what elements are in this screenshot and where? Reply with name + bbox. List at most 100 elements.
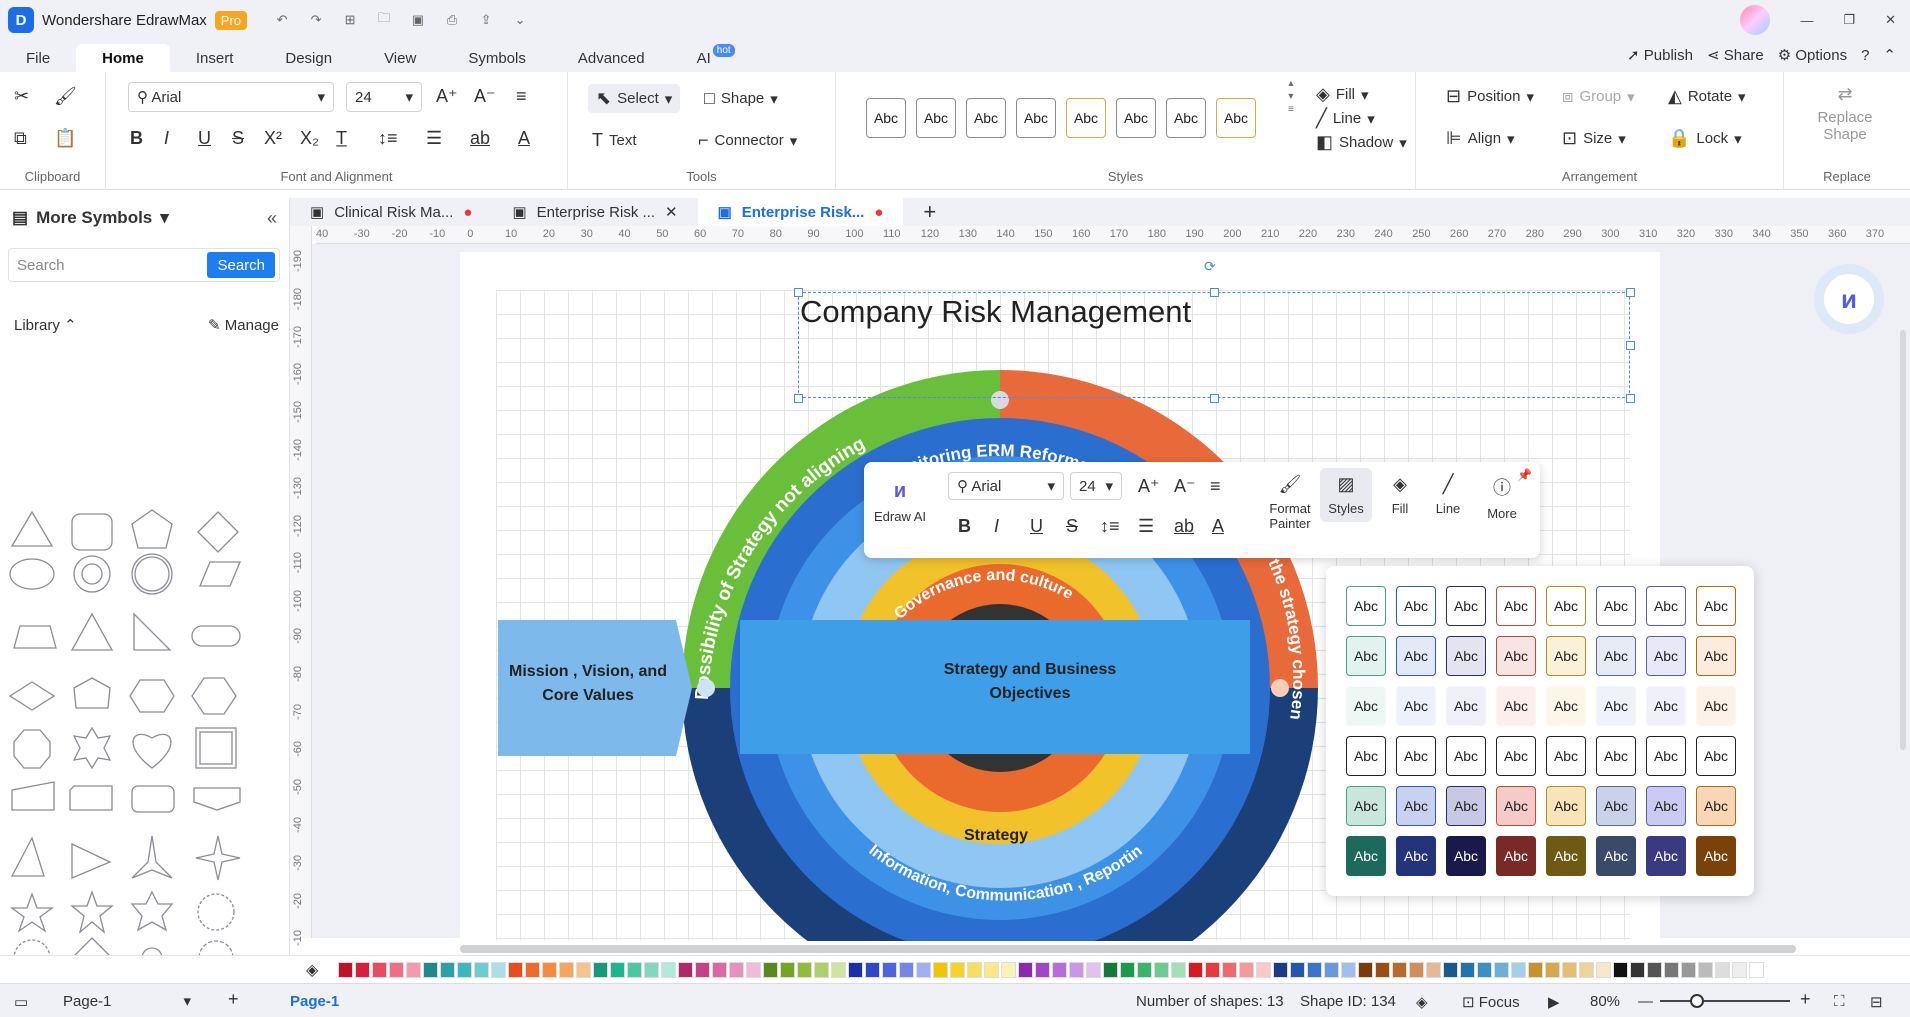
float-size-select[interactable]: 24 ▾ <box>1070 472 1122 500</box>
vertical-scrollbar[interactable] <box>1900 330 1906 750</box>
color-swatch[interactable] <box>1443 962 1458 978</box>
color-swatch[interactable] <box>1375 962 1390 978</box>
color-swatch[interactable] <box>1511 962 1526 978</box>
page-layout-icon[interactable]: ▭ <box>14 993 28 1011</box>
new-icon[interactable]: ⊞ <box>339 9 361 31</box>
fill-bucket-icon[interactable]: ◈ <box>306 960 318 980</box>
zoom-slider[interactable] <box>1660 994 1790 1008</box>
color-swatch[interactable] <box>1086 962 1101 978</box>
zoom-slider-thumb[interactable] <box>1690 994 1704 1008</box>
color-swatch[interactable] <box>457 962 472 978</box>
resize-handle[interactable] <box>1210 288 1219 297</box>
float-font-select[interactable]: ⚲ Arial ▾ <box>948 472 1064 500</box>
float-bold-icon[interactable]: B <box>958 516 971 537</box>
objectives-text[interactable]: Strategy and Business Objectives <box>920 658 1140 706</box>
layers-icon[interactable]: ◈ <box>1416 993 1428 1011</box>
float-spacing-icon[interactable]: ↕≡ <box>1100 516 1120 537</box>
text-format-icon[interactable]: T̲ <box>336 128 347 149</box>
style-option[interactable]: Abc <box>1696 836 1736 876</box>
publish-button[interactable]: ➚ Publish <box>1627 46 1693 64</box>
style-option[interactable]: Abc <box>1596 836 1636 876</box>
float-line-button[interactable]: ╱ Line <box>1426 474 1470 516</box>
color-swatch[interactable] <box>559 962 574 978</box>
color-swatch[interactable] <box>1545 962 1560 978</box>
style-option[interactable]: Abc <box>1396 636 1436 676</box>
resize-handle[interactable] <box>1626 341 1635 350</box>
position-button[interactable]: ⊟ Position ▾ <box>1446 86 1534 107</box>
export-icon[interactable]: ⇪ <box>475 9 497 31</box>
style-option[interactable]: Abc <box>1496 636 1536 676</box>
color-swatch[interactable] <box>882 962 897 978</box>
style-option[interactable]: Abc <box>1496 786 1536 826</box>
restore-icon[interactable]: ❐ <box>1843 12 1855 28</box>
collapse-panel-icon[interactable]: « <box>267 208 277 229</box>
rotate-button[interactable]: ◭ Rotate ▾ <box>1668 86 1746 107</box>
italic-icon[interactable]: I <box>164 128 169 149</box>
color-swatch[interactable] <box>661 962 676 978</box>
style-option[interactable]: Abc <box>1446 586 1486 626</box>
align-icon[interactable]: ≡ <box>516 86 527 107</box>
color-swatch[interactable] <box>508 962 523 978</box>
fit-page-icon[interactable]: ⛶ <box>1834 993 1845 1010</box>
style-option[interactable]: Abc <box>1346 686 1386 726</box>
color-swatch[interactable] <box>1222 962 1237 978</box>
color-swatch[interactable] <box>1664 962 1679 978</box>
doc-tab-2[interactable]: ▣ Enterprise Risk ... ✕ <box>492 198 697 226</box>
float-increase-font-icon[interactable]: A⁺ <box>1138 476 1160 497</box>
page-select[interactable]: Page-1 ▾ <box>54 988 200 1014</box>
color-swatch[interactable] <box>1749 962 1764 978</box>
select-button[interactable]: ⬉ Select ▾ <box>588 84 681 113</box>
color-swatch[interactable] <box>1137 962 1152 978</box>
color-swatch[interactable] <box>1358 962 1373 978</box>
float-bullets-icon[interactable]: ☰ <box>1138 516 1154 537</box>
color-swatch[interactable] <box>525 962 540 978</box>
style-option[interactable]: Abc <box>1696 736 1736 776</box>
ai-assistant-button[interactable]: ᴎ <box>1814 264 1884 334</box>
style-swatch[interactable]: Abc <box>916 98 956 138</box>
color-swatch[interactable] <box>1715 962 1730 978</box>
connector-button[interactable]: ⌐ Connector ▾ <box>698 130 797 151</box>
color-swatch[interactable] <box>1613 962 1628 978</box>
font-family-select[interactable]: ⚲ Arial ▾ <box>128 82 334 112</box>
styles-button[interactable]: ▨ Styles <box>1320 468 1372 522</box>
line-button[interactable]: ╱ Line ▾ <box>1316 108 1375 129</box>
style-option[interactable]: Abc <box>1446 736 1486 776</box>
play-icon[interactable]: ▶ <box>1548 993 1560 1011</box>
zoom-out-icon[interactable]: — <box>1638 993 1653 1010</box>
page-tab[interactable]: Page-1 <box>290 993 339 1010</box>
color-swatch[interactable] <box>1018 962 1033 978</box>
color-swatch[interactable] <box>1205 962 1220 978</box>
text-button[interactable]: T Text <box>592 130 637 151</box>
style-option[interactable]: Abc <box>1396 736 1436 776</box>
color-swatch[interactable] <box>1596 962 1611 978</box>
color-swatch[interactable] <box>1341 962 1356 978</box>
decrease-font-icon[interactable]: A⁻ <box>474 86 496 107</box>
style-option[interactable]: Abc <box>1696 586 1736 626</box>
color-swatch[interactable] <box>1120 962 1135 978</box>
style-option[interactable]: Abc <box>1496 736 1536 776</box>
style-option[interactable]: Abc <box>1646 686 1686 726</box>
resize-handle[interactable] <box>794 288 803 297</box>
float-color-icon[interactable]: A <box>1212 516 1224 537</box>
zoom-in-icon[interactable]: + <box>1800 989 1811 1010</box>
color-swatch[interactable] <box>695 962 710 978</box>
style-swatch[interactable]: Abc <box>1166 98 1206 138</box>
rotate-icon[interactable]: ⟳ <box>1204 258 1216 275</box>
doc-tab-1[interactable]: ▣ Clinical Risk Ma... ● <box>290 198 492 226</box>
color-swatch[interactable] <box>678 962 693 978</box>
color-swatch[interactable] <box>1681 962 1696 978</box>
color-swatch[interactable] <box>1239 962 1254 978</box>
symbol-search-input[interactable]: Search Search <box>8 248 280 282</box>
tab-file[interactable]: File <box>0 44 76 72</box>
style-option[interactable]: Abc <box>1346 736 1386 776</box>
color-swatch[interactable] <box>1579 962 1594 978</box>
style-option[interactable]: Abc <box>1596 636 1636 676</box>
increase-font-icon[interactable]: A⁺ <box>436 86 458 107</box>
color-swatch[interactable] <box>1001 962 1016 978</box>
style-option[interactable]: Abc <box>1496 586 1536 626</box>
color-swatch[interactable] <box>1409 962 1424 978</box>
float-italic-icon[interactable]: I <box>994 516 999 537</box>
tab-insert[interactable]: Insert <box>170 44 260 72</box>
share-button[interactable]: ⋖ Share <box>1707 46 1764 64</box>
subscript-icon[interactable]: X₂ <box>300 128 319 149</box>
